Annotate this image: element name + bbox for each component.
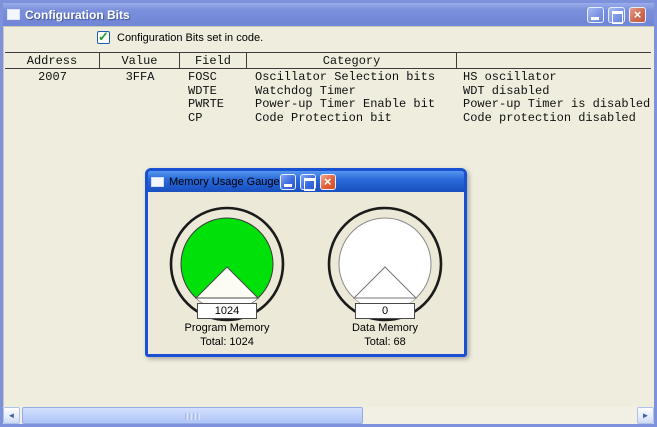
scrollbar-thumb[interactable]: [22, 407, 363, 424]
checkbox-label: Configuration Bits set in code.: [117, 32, 264, 44]
checkbox-row: ✓ Configuration Bits set in code.: [3, 29, 654, 46]
cell-setting[interactable]: HS oscillator: [457, 70, 651, 85]
table-row: PWRTE Power-up Timer Enable bit Power-up…: [5, 97, 651, 112]
table-header-row: Address Value Field Category: [5, 52, 651, 69]
cell-setting[interactable]: Power-up Timer is disabled: [457, 97, 651, 112]
cell-category: Power-up Timer Enable bit: [255, 97, 436, 111]
cell-value: [100, 85, 180, 99]
column-header-address: Address: [5, 53, 100, 69]
scroll-right-button[interactable]: ►: [637, 407, 654, 424]
scroll-left-button[interactable]: ◄: [3, 407, 20, 424]
gauge-total: Total: 68: [364, 336, 406, 348]
column-header-field: Field: [180, 53, 247, 69]
configuration-bits-window: Configuration Bits × ✓ Configuration Bit…: [0, 0, 657, 427]
horizontal-scrollbar[interactable]: ◄ ►: [3, 407, 654, 424]
config-table: Address Value Field Category 2007 3FFA F…: [5, 52, 651, 125]
gauge-title-bar[interactable]: Memory Usage Gauge ×: [148, 171, 464, 192]
maximize-button[interactable]: [299, 173, 316, 191]
cell-setting[interactable]: Code protection disabled: [457, 111, 651, 126]
cell-field: PWRTE: [188, 97, 225, 111]
minimize-button[interactable]: [587, 6, 604, 23]
cell-address: [5, 112, 100, 126]
window-icon: [151, 176, 164, 187]
cell-value: [100, 112, 180, 126]
page-title: Configuration Bits: [25, 7, 130, 22]
column-header-category: Category: [247, 53, 457, 69]
cell-category: Code Protection bit: [255, 110, 392, 125]
cell-category: Oscillator Selection bits: [255, 70, 436, 84]
cell-field: FOSC: [188, 70, 217, 84]
cell-category: Watchdog Timer: [255, 83, 356, 98]
cell-field: WDTE: [188, 83, 217, 98]
close-button[interactable]: ×: [319, 173, 336, 190]
cell-address: [5, 85, 100, 99]
cell-address: 2007: [38, 70, 67, 84]
cell-field: CP: [188, 110, 203, 125]
client-area: ✓ Configuration Bits set in code. Addres…: [3, 26, 654, 424]
window-icon: [7, 9, 20, 20]
cell-value: [100, 98, 180, 112]
gauge-value-box: 0: [355, 303, 415, 319]
title-bar[interactable]: Configuration Bits ×: [3, 3, 654, 26]
column-header-setting: [457, 53, 651, 69]
memory-usage-gauge-window: Memory Usage Gauge × 1024 0 Program Memo…: [145, 168, 467, 357]
check-icon: ✓: [98, 29, 109, 44]
cell-setting[interactable]: WDT disabled: [457, 84, 651, 99]
gauge-label: Program Memory: [184, 322, 270, 334]
cell-address: [5, 98, 100, 112]
cell-value: 3FFA: [125, 70, 155, 84]
table-row: CP Code Protection bit Code protection d…: [5, 110, 651, 126]
table-row: 2007 3FFA FOSC Oscillator Selection bits…: [5, 70, 651, 85]
minimize-button[interactable]: [279, 173, 296, 190]
maximize-button[interactable]: [608, 6, 625, 24]
gauge-window-title: Memory Usage Gauge: [169, 175, 280, 188]
table-row: WDTE Watchdog Timer WDT disabled: [5, 83, 651, 99]
gauge-label: Data Memory: [351, 322, 419, 334]
config-bits-checkbox[interactable]: ✓: [97, 29, 110, 44]
close-button[interactable]: ×: [629, 6, 646, 23]
column-header-value: Value: [100, 53, 180, 69]
gauge-client-area: 1024 0 Program Memory Total: 1024 Data M…: [148, 192, 464, 354]
gauge-total: Total: 1024: [200, 336, 254, 348]
gauge-value-box: 1024: [197, 303, 257, 319]
